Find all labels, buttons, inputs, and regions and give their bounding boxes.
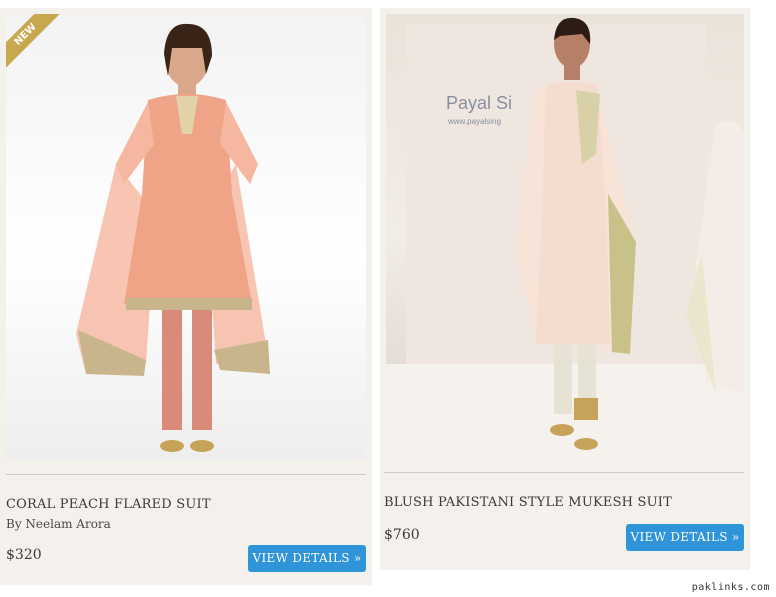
product-image-coral-peach-suit[interactable]: NEW [6,14,366,460]
product-card-2[interactable]: Payal Si www.payalsing BLUSH PAKISTANI S… [380,8,750,570]
product-image-blush-mukesh-suit[interactable]: Payal Si www.payalsing [386,14,744,460]
backdrop-url-text: www.payalsing [447,117,501,126]
product-price: $320 [6,547,42,563]
product-price: $760 [384,527,420,543]
watermark: paklinks.com [691,582,770,593]
view-details-button[interactable]: VIEW DETAILS » [626,524,744,551]
new-badge: NEW [6,14,66,74]
product-title[interactable]: BLUSH PAKISTANI STYLE MUKESH SUIT [384,495,672,510]
backdrop-logo-text: Payal Si [446,93,512,113]
divider [384,472,744,473]
product-title[interactable]: CORAL PEACH FLARED SUIT [6,497,211,512]
view-details-button[interactable]: VIEW DETAILS » [248,545,366,572]
product-designer: By Neelam Arora [6,517,111,531]
divider [6,474,366,475]
product-card-1[interactable]: NEW CORAL PEACH FLARED SUIT By Neelam Ar… [0,8,372,585]
